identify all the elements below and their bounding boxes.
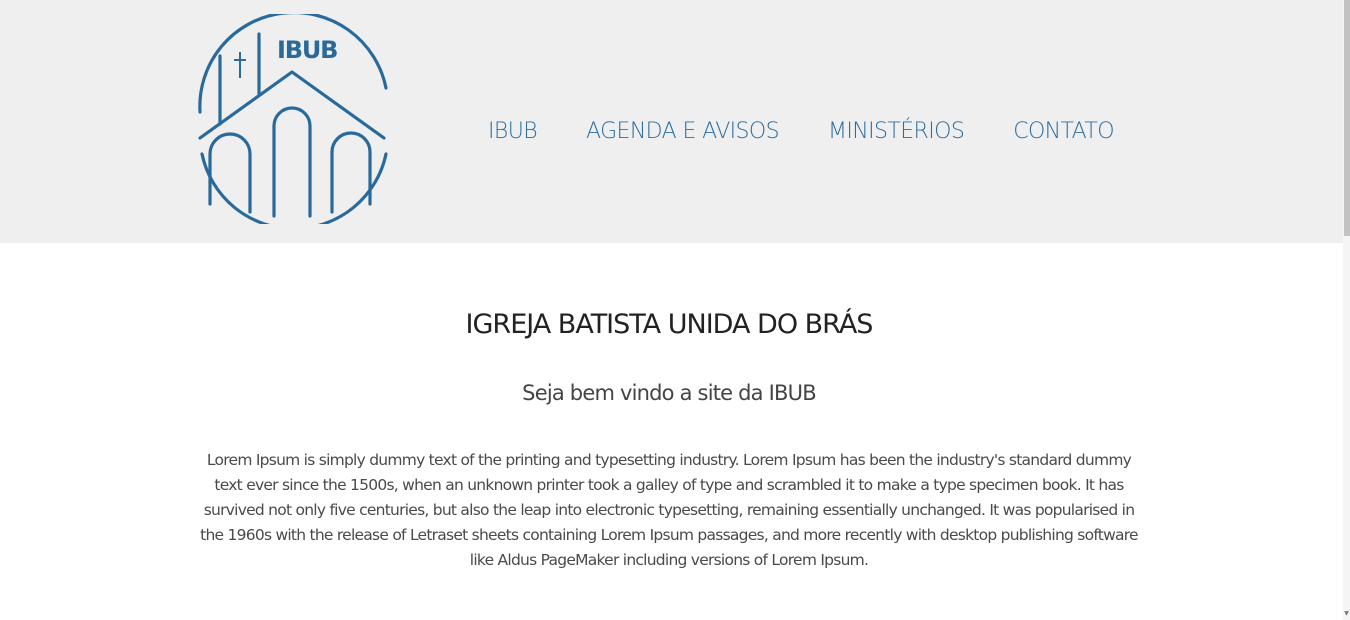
main-nav: IBUB AGENDA E AVISOS MINISTÉRIOS CONTATO: [488, 116, 1115, 148]
main-content: IGREJA BATISTA UNIDA DO BRÁS Seja bem vi…: [0, 243, 1343, 620]
nav-item-ibub[interactable]: IBUB: [488, 116, 538, 148]
nav-item-agenda-e-avisos[interactable]: AGENDA E AVISOS: [586, 116, 780, 148]
nav-item-ministerios[interactable]: MINISTÉRIOS: [828, 116, 965, 148]
page-subtitle: Seja bem vindo a site da IBUB: [522, 381, 816, 405]
site-logo[interactable]: IBUB: [196, 14, 392, 224]
site-header: IBUB IBUB AGENDA E AVISOS MINISTÉRIOS CO…: [0, 0, 1343, 243]
page: IBUB IBUB AGENDA E AVISOS MINISTÉRIOS CO…: [0, 0, 1350, 620]
nav-item-contato[interactable]: CONTATO: [1013, 116, 1114, 148]
intro-paragraph: Lorem Ipsum is simply dummy text of the …: [200, 451, 1138, 569]
vertical-scrollbar[interactable]: ▼: [1343, 0, 1350, 620]
logo-text: IBUB: [277, 36, 338, 64]
scroll-down-arrow-icon[interactable]: ▼: [1343, 610, 1350, 618]
scrollbar-thumb[interactable]: [1344, 0, 1350, 236]
page-title: IGREJA BATISTA UNIDA DO BRÁS: [465, 309, 874, 340]
